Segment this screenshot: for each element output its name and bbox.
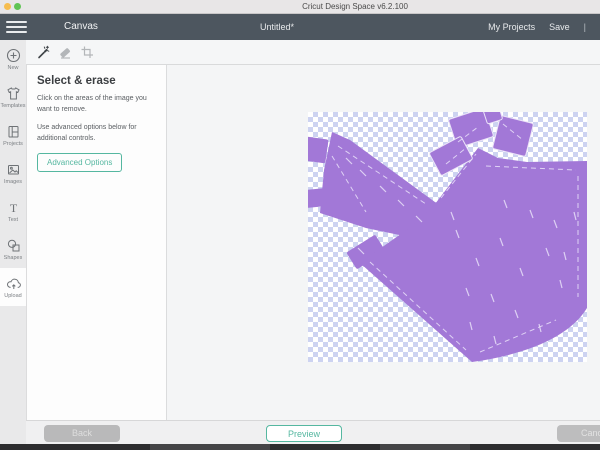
crop-icon[interactable] [80, 45, 94, 59]
svg-text:T: T [9, 201, 17, 215]
sidebar-item-projects[interactable]: Projects [0, 116, 26, 154]
advanced-options-button[interactable]: Advanced Options [37, 153, 122, 172]
sidebar-item-templates[interactable]: Templates [0, 78, 26, 116]
sidebar-label: New [7, 65, 18, 71]
sidebar-item-new[interactable]: New [0, 40, 26, 78]
my-projects-link[interactable]: My Projects [488, 22, 535, 32]
sidebar-item-text[interactable]: T Text [0, 192, 26, 230]
sidebar-label: Shapes [4, 255, 23, 261]
transparency-checkerboard[interactable] [308, 112, 587, 362]
sidebar-label: Upload [4, 293, 21, 299]
sidebar-label: Images [4, 179, 22, 185]
projects-icon [6, 124, 21, 139]
sidebar-item-images[interactable]: Images [0, 154, 26, 192]
window-title: Cricut Design Space v6.2.100 [302, 2, 408, 11]
edit-toolbar [26, 40, 600, 64]
minimize-window-icon[interactable] [4, 3, 11, 10]
images-icon [6, 162, 21, 177]
footer-bar: Back Preview Cancel [26, 420, 600, 445]
header-separator: | [584, 22, 586, 32]
back-button[interactable]: Back [44, 425, 120, 442]
canvas-menu-label[interactable]: Canvas [64, 21, 98, 32]
templates-icon [6, 86, 21, 101]
uploaded-image-preview[interactable] [308, 112, 587, 362]
hamburger-menu-icon[interactable] [6, 21, 27, 33]
sidebar-label: Text [8, 217, 18, 223]
save-link[interactable]: Save [549, 22, 570, 32]
bottom-edge-strip [0, 444, 600, 450]
sidebar-item-shapes[interactable]: Shapes [0, 230, 26, 268]
eraser-icon[interactable] [58, 45, 72, 59]
document-title: Untitled* [260, 22, 294, 32]
upload-icon [6, 276, 21, 291]
macos-titlebar: Cricut Design Space v6.2.100 [0, 0, 600, 14]
text-icon: T [6, 200, 21, 215]
magic-wand-icon[interactable] [36, 45, 50, 59]
canvas-area[interactable] [167, 65, 600, 420]
select-erase-panel: Select & erase Click on the areas of the… [27, 65, 166, 420]
cancel-button[interactable]: Cancel [557, 425, 600, 442]
sidebar-label: Projects [3, 141, 23, 147]
new-icon [6, 48, 21, 63]
sidebar: New Templates Projects Images T Text Sha… [0, 40, 27, 444]
preview-button[interactable]: Preview [266, 425, 342, 442]
sidebar-item-upload[interactable]: Upload [0, 268, 26, 306]
zoom-window-icon[interactable] [14, 3, 21, 10]
app-header: Canvas Untitled* My Projects Save | [0, 14, 600, 40]
panel-title: Select & erase [37, 75, 158, 87]
instruction-text-2: Use advanced options below for additiona… [37, 123, 161, 145]
sidebar-label: Templates [0, 103, 25, 109]
instruction-text-1: Click on the areas of the image you want… [37, 94, 161, 116]
shapes-icon [6, 238, 21, 253]
